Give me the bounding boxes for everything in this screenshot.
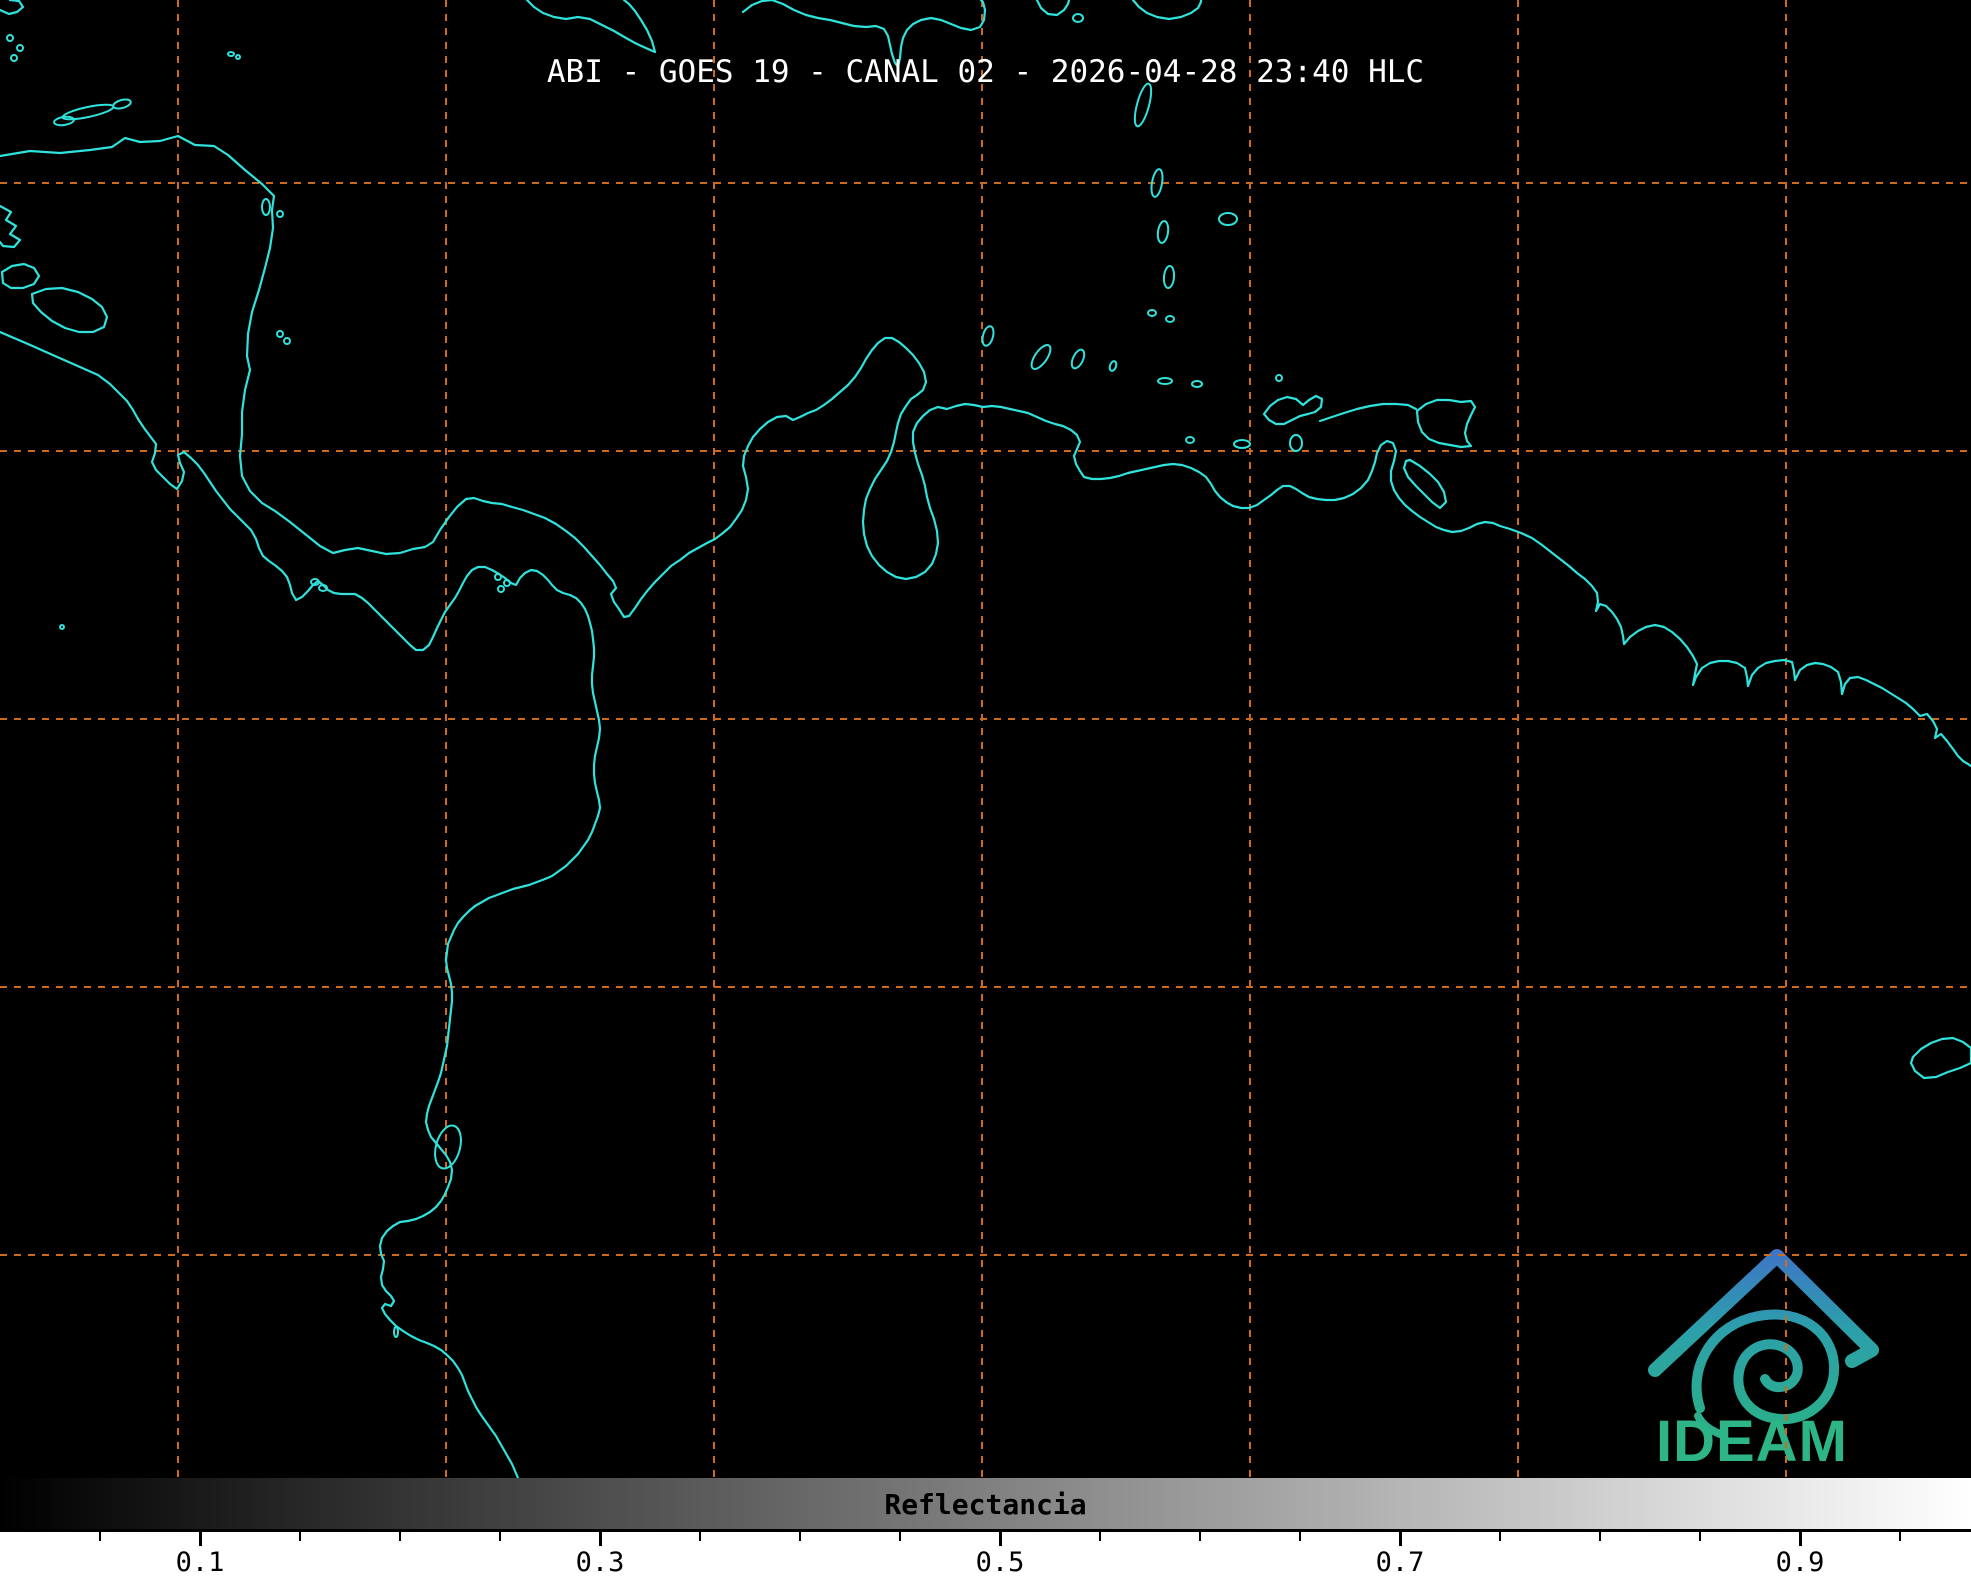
island-corn-island — [262, 199, 270, 215]
minor-tick — [99, 1532, 101, 1541]
island-martinique — [1150, 168, 1165, 197]
coastline-mona-island — [1037, 0, 1069, 15]
island-islet — [277, 211, 283, 217]
minor-tick — [1299, 1532, 1301, 1541]
minor-tick — [299, 1532, 301, 1541]
major-tick — [599, 1532, 602, 1546]
island-barbados — [1219, 213, 1237, 225]
island-la-blanquilla — [1290, 435, 1302, 451]
minor-tick — [1199, 1532, 1201, 1541]
island-pearl-island — [498, 586, 504, 592]
tick-label: 0.3 — [576, 1547, 625, 1577]
island-islet — [1186, 437, 1194, 443]
island-utila — [54, 116, 75, 127]
coastline-paria-peninsula — [1320, 404, 1416, 421]
minor-tick — [399, 1532, 401, 1541]
island-roatan — [62, 102, 115, 123]
coastline-fonseca-zigzag — [0, 206, 20, 247]
minor-tick — [1499, 1532, 1501, 1541]
coastline-cuba-corner — [0, 0, 23, 14]
lake-nicaragua — [32, 288, 107, 332]
guri-reservoir — [1911, 1038, 1971, 1078]
island-pearl-island — [495, 574, 501, 580]
major-tick — [199, 1532, 202, 1546]
island-providencia — [284, 338, 290, 344]
island-cay — [7, 35, 13, 41]
tick-label: 0.9 — [1776, 1547, 1825, 1577]
logo-hurricane-spiral — [1697, 1315, 1835, 1420]
minor-tick — [899, 1532, 901, 1541]
island-islet — [1073, 14, 1083, 22]
island-guanaja — [112, 98, 131, 110]
tick-label: 0.1 — [176, 1547, 225, 1577]
island-pearl-island — [504, 580, 510, 586]
coastline-jamaica — [527, 0, 655, 52]
lake-managua — [2, 264, 39, 288]
island-los-roques — [1158, 378, 1172, 384]
island-islet — [1166, 316, 1174, 322]
island-la-tortuga — [1234, 440, 1250, 448]
island-la-plata — [394, 1327, 398, 1337]
island-puna — [431, 1123, 466, 1172]
island-curacao — [1028, 342, 1054, 372]
tick-label: 0.7 — [1376, 1547, 1425, 1577]
island-cay — [17, 45, 23, 51]
minor-tick — [1099, 1532, 1101, 1541]
coastline-caribbean-main — [0, 136, 1971, 766]
minor-tick — [499, 1532, 501, 1541]
island-aruba — [981, 325, 996, 347]
reflectance-colorbar: Reflectancia — [0, 1478, 1971, 1532]
minor-tick — [1699, 1532, 1701, 1541]
ideam-logo-text: IDEAM — [1656, 1408, 1866, 1475]
minor-tick — [699, 1532, 701, 1541]
coastline-pacific-main — [0, 332, 600, 1478]
island-la-orchila — [1192, 381, 1202, 387]
island-st-lucia — [1157, 220, 1170, 243]
coastline-orinoco-delta-inner — [1404, 460, 1446, 508]
coastline-margarita — [1264, 396, 1322, 424]
island-islet — [1276, 375, 1282, 381]
coastline-puerto-rico-south — [1133, 0, 1201, 19]
image-title: ABI - GOES 19 - CANAL 02 - 2026-04-28 23… — [0, 54, 1971, 90]
satellite-image-viewport: ABI - GOES 19 - CANAL 02 - 2026-04-28 23… — [0, 0, 1971, 1577]
minor-tick — [1899, 1532, 1901, 1541]
island-bonaire — [1069, 348, 1087, 370]
colorbar-label: Reflectancia — [0, 1488, 1971, 1521]
colorbar-axis: 0.1 0.3 0.5 0.7 0.9 — [0, 1532, 1971, 1577]
island-san-andres — [277, 331, 283, 337]
island-st-vincent — [1163, 266, 1175, 289]
island-las-aves — [1108, 360, 1117, 371]
minor-tick — [799, 1532, 801, 1541]
island-islet — [319, 585, 327, 591]
major-tick — [1799, 1532, 1802, 1546]
major-tick — [999, 1532, 1002, 1546]
island-malpelo — [60, 625, 64, 629]
tick-label: 0.5 — [976, 1547, 1025, 1577]
island-coiba — [311, 579, 319, 585]
minor-tick — [1599, 1532, 1601, 1541]
island-grenada — [1148, 310, 1156, 316]
coastline-trinidad — [1417, 400, 1475, 447]
major-tick — [1399, 1532, 1402, 1546]
